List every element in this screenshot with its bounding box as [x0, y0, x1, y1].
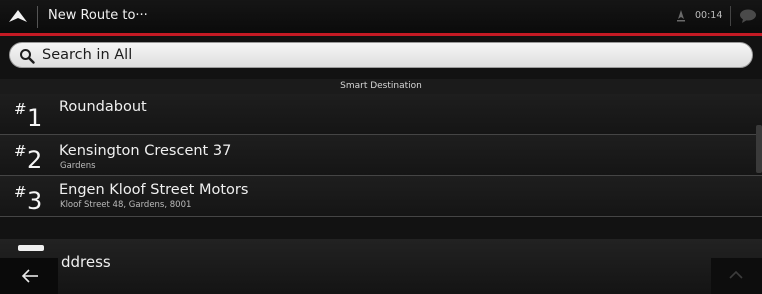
list-item[interactable]: # 2 Kensington Crescent 37 Gardens — [0, 135, 762, 176]
back-arrow-icon — [21, 269, 38, 283]
divider — [37, 6, 38, 28]
chevron-up-icon — [729, 270, 743, 279]
destination-title: Kensington Crescent 37 — [59, 143, 232, 159]
scrollbar[interactable] — [756, 125, 762, 173]
scroll-up-button[interactable] — [711, 258, 762, 294]
list-item[interactable]: # 1 Roundabout — [0, 94, 762, 135]
page-title: New Route to··· — [48, 8, 148, 23]
clock: 00:14 — [695, 10, 723, 21]
section-header: Smart Destination — [0, 79, 762, 95]
divider — [730, 6, 731, 26]
destination-title: Engen Kloof Street Motors — [59, 182, 249, 198]
top-bar: New Route to··· 00:14 — [0, 0, 762, 36]
gps-signal-icon — [677, 10, 685, 22]
search-bar[interactable]: Search in All — [9, 42, 753, 68]
list-item[interactable]: # 3 Engen Kloof Street Motors Kloof Stre… — [0, 176, 762, 217]
search-input[interactable]: Search in All — [42, 47, 132, 63]
navigation-arrow-icon[interactable] — [8, 9, 28, 23]
address-book-icon — [18, 245, 44, 251]
destination-subtitle: Kloof Street 48, Gardens, 8001 — [60, 200, 192, 210]
address-menu-item[interactable]: ddress — [0, 239, 762, 294]
search-icon — [20, 49, 35, 64]
message-bubble-icon[interactable] — [739, 9, 757, 23]
destination-subtitle: Gardens — [60, 161, 96, 171]
back-button[interactable] — [0, 258, 58, 294]
address-label: ddress — [61, 253, 111, 271]
destination-title: Roundabout — [59, 99, 147, 115]
